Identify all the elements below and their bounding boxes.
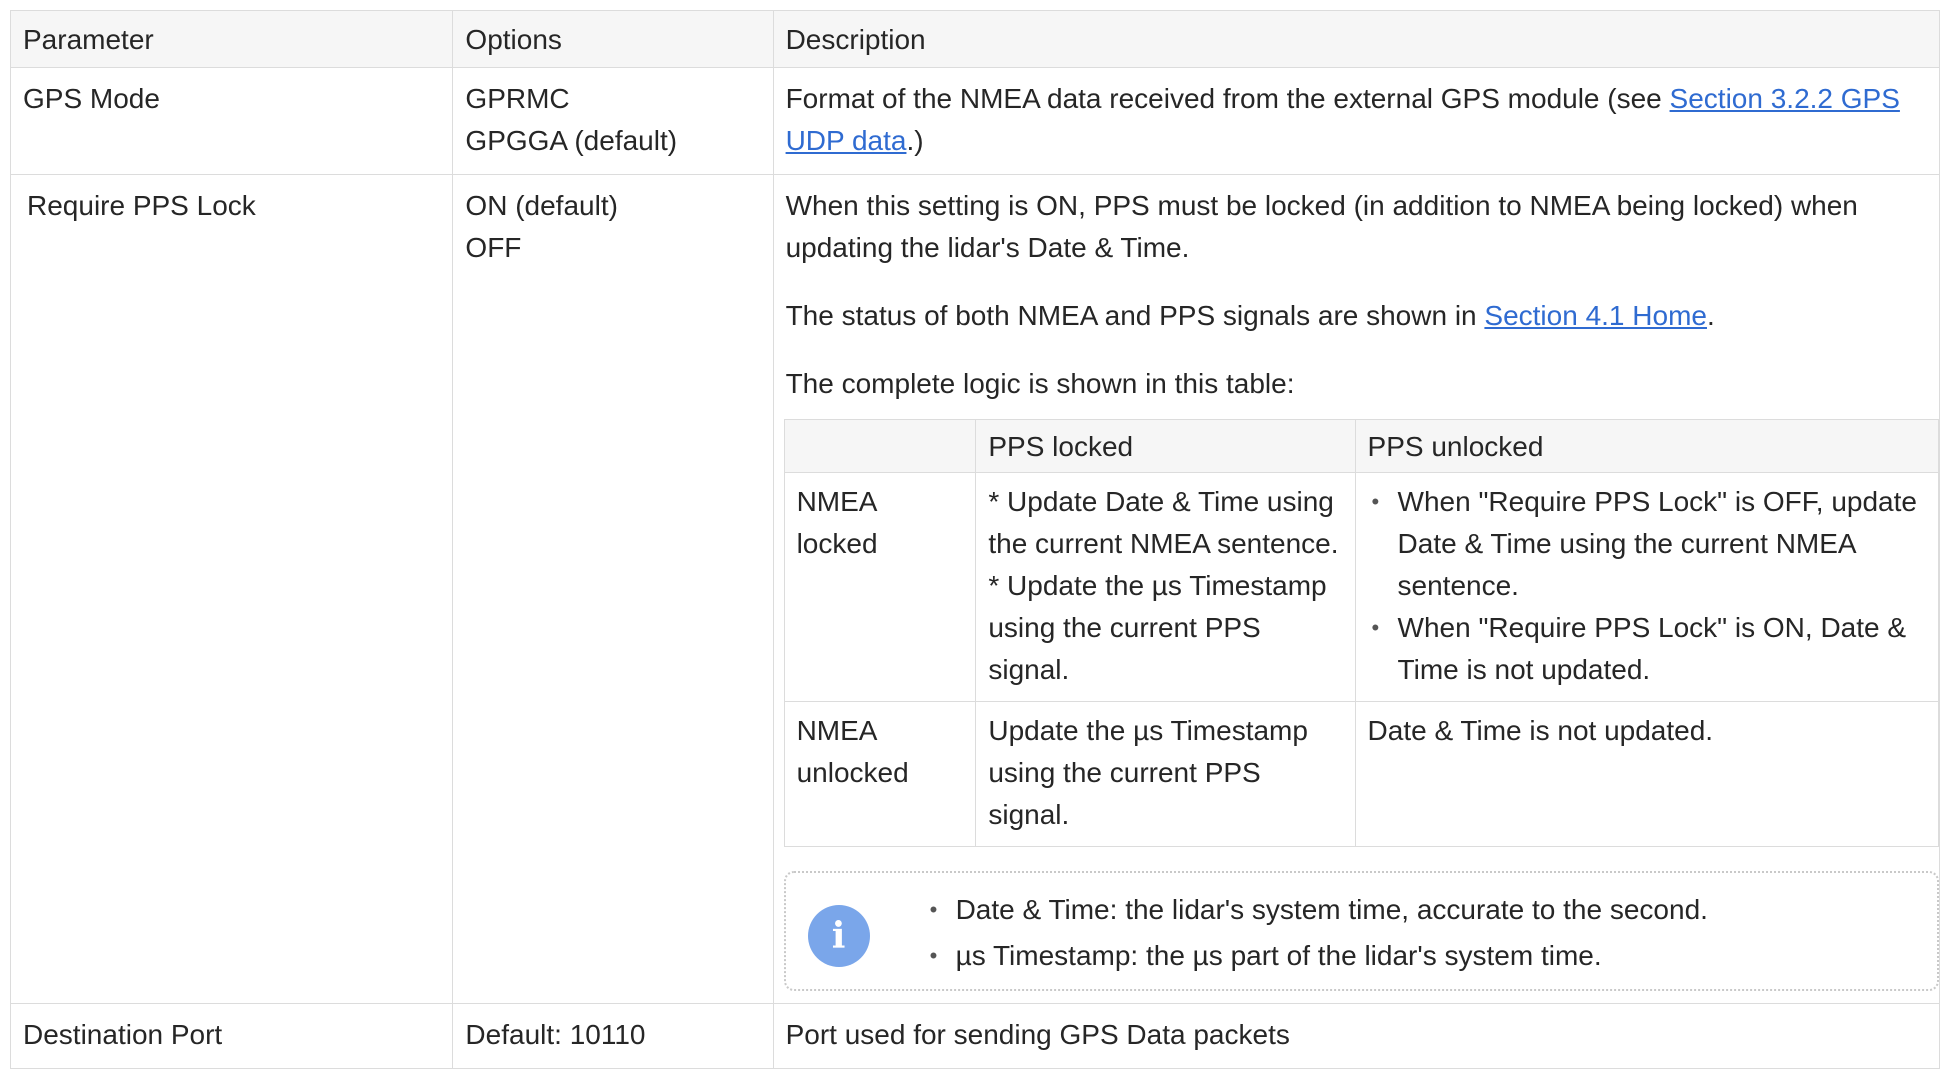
table-row-require-pps-lock: Require PPS Lock ON (default) OFF When t…: [9, 174, 1940, 1004]
list-item: µs Timestamp: the µs part of the lidar's…: [916, 933, 1925, 979]
note-bullet-list: Date & Time: the lidar's system time, ac…: [916, 887, 1925, 979]
options-require-pps-lock: ON (default) OFF: [452, 174, 774, 1004]
para-2-text-end: .: [1706, 300, 1715, 331]
link-section-4-1-home[interactable]: Section 4.1 Home: [1484, 300, 1707, 331]
description-gps-mode: Format of the NMEA data received from th…: [772, 67, 1940, 175]
list-item: When "Require PPS Lock" is ON, Date & Ti…: [1358, 607, 1926, 691]
logic-line: * Update Date & Time using the current N…: [988, 486, 1339, 559]
description-para-2: The status of both NMEA and PPS signals …: [786, 295, 1939, 337]
pps-logic-table: PPS locked PPS unlocked NMEA locked * Up…: [783, 419, 1940, 847]
logic-line: * Update the µs Timestamp using the curr…: [988, 570, 1327, 685]
info-note: i Date & Time: the lidar's system time, …: [783, 871, 1939, 991]
option-off: OFF: [465, 232, 522, 263]
logic-header-row: PPS locked PPS unlocked: [783, 419, 1940, 473]
option-gpgga: GPGGA (default): [465, 125, 678, 156]
table-header-row: Parameter Options Description: [9, 10, 1940, 68]
option-on-default: ON (default): [465, 190, 618, 221]
list-item: Date & Time: the lidar's system time, ac…: [916, 887, 1925, 933]
description-text-end: .): [906, 125, 924, 156]
logic-cell-locked-unlocked: When "Require PPS Lock" is OFF, update D…: [1354, 472, 1940, 702]
description-require-pps-lock: When this setting is ON, PPS must be loc…: [772, 174, 1940, 1004]
param-require-pps-lock: Require PPS Lock: [9, 174, 454, 1004]
document-page: Parameter Options Description GPS Mode G…: [0, 0, 1940, 1069]
logic-row-nmea-unlocked: NMEA unlocked Update the µs Timestamp us…: [783, 701, 1940, 847]
logic-header-pps-locked: PPS locked: [975, 419, 1356, 473]
param-gps-mode: GPS Mode: [9, 67, 454, 175]
description-para-3: The complete logic is shown in this tabl…: [785, 368, 1295, 399]
logic-cell-unlocked-unlocked: Date & Time is not updated.: [1354, 701, 1940, 847]
logic-cell-unlocked-locked: Update the µs Timestamp using the curren…: [975, 701, 1356, 847]
description-text: Format of the NMEA data received from th…: [785, 83, 1670, 114]
option-gprmc: GPRMC: [465, 83, 570, 114]
header-options: Options: [452, 10, 774, 68]
description-para-1: When this setting is ON, PPS must be loc…: [785, 190, 1858, 263]
logic-header-empty: [783, 419, 977, 473]
info-icon: i: [807, 905, 870, 967]
para-2-text: The status of both NMEA and PPS signals …: [785, 300, 1485, 331]
options-gps-mode: GPRMC GPGGA (default): [452, 67, 774, 175]
gps-settings-table: Parameter Options Description GPS Mode G…: [9, 10, 1940, 1069]
logic-label-nmea-unlocked: NMEA unlocked: [783, 701, 977, 847]
header-parameter: Parameter: [9, 10, 454, 68]
logic-header-pps-unlocked: PPS unlocked: [1354, 419, 1940, 473]
logic-label-nmea-locked: NMEA locked: [783, 472, 977, 702]
logic-bullet-list: When "Require PPS Lock" is OFF, update D…: [1358, 481, 1926, 691]
logic-row-nmea-locked: NMEA locked * Update Date & Time using t…: [783, 472, 1940, 702]
list-item: When "Require PPS Lock" is OFF, update D…: [1358, 481, 1926, 607]
table-row-gps-mode: GPS Mode GPRMC GPGGA (default) Format of…: [9, 67, 1940, 175]
logic-cell-locked-locked: * Update Date & Time using the current N…: [975, 472, 1356, 702]
header-description: Description: [772, 10, 1940, 68]
